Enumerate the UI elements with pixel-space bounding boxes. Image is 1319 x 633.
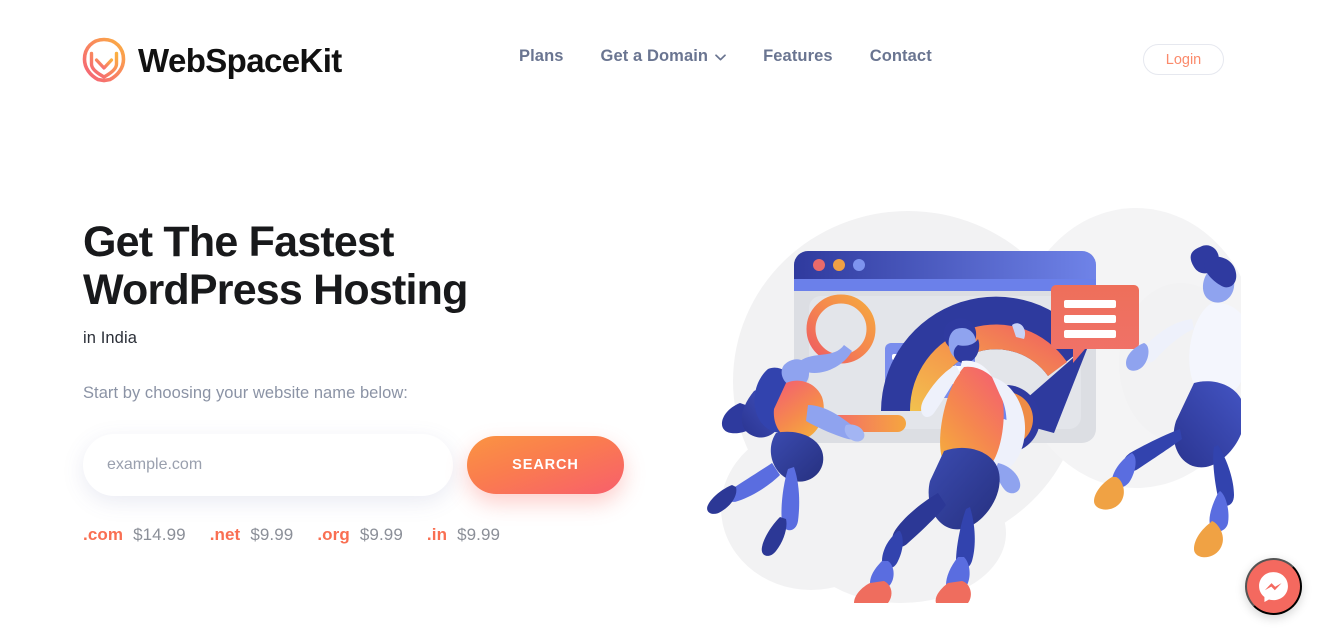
- tld-price-list: .com $14.99 .net $9.99 .org $9.99 .in $9…: [83, 525, 683, 545]
- hero-subheadline: in India: [83, 329, 138, 347]
- tld-name: .org: [317, 525, 350, 544]
- tld-item-com[interactable]: .com $14.99: [83, 525, 200, 545]
- brand-name: WebSpaceKit: [138, 41, 342, 79]
- main-navigation: Plans Get a Domain Features Contact: [519, 47, 932, 66]
- nav-item-label: Features: [763, 47, 833, 65]
- facebook-messenger-icon: [1257, 570, 1290, 603]
- chevron-down-icon: [715, 52, 726, 61]
- nav-item-label: Plans: [519, 47, 564, 65]
- tld-item-org[interactable]: .org $9.99: [317, 525, 417, 545]
- nav-item-label: Get a Domain: [600, 47, 709, 65]
- tld-name: .in: [426, 525, 448, 544]
- nav-item-features[interactable]: Features: [763, 47, 833, 66]
- tld-price: $14.99: [133, 525, 186, 544]
- brand-logo-link[interactable]: WebSpaceKit: [82, 37, 342, 83]
- tld-price: $9.99: [359, 525, 403, 544]
- tld-item-in[interactable]: .in $9.99: [427, 525, 500, 545]
- webspacekit-circular-logo-icon: [82, 37, 126, 83]
- login-button[interactable]: Login: [1143, 44, 1224, 75]
- nav-item-contact[interactable]: Contact: [870, 47, 932, 66]
- facebook-messenger-chat-button[interactable]: [1245, 558, 1302, 615]
- tld-price: $9.99: [250, 525, 294, 544]
- tld-item-net[interactable]: .net $9.99: [210, 525, 308, 545]
- nav-item-get-a-domain[interactable]: Get a Domain: [601, 47, 727, 66]
- nav-item-label: Contact: [869, 47, 932, 65]
- domain-search-input[interactable]: [83, 434, 453, 496]
- hero-lede-text: Start by choosing your website name belo…: [83, 384, 408, 402]
- tld-name: .com: [83, 525, 124, 544]
- nav-item-plans[interactable]: Plans: [519, 47, 564, 66]
- tld-name: .net: [209, 525, 241, 544]
- domain-search-button[interactable]: SEARCH: [467, 436, 624, 494]
- hosting-speed-illustration: [676, 133, 1241, 603]
- domain-search-form: SEARCH: [83, 434, 683, 496]
- site-header: WebSpaceKit Plans Get a Domain Features …: [0, 0, 1319, 120]
- tld-price: $9.99: [457, 525, 501, 544]
- hero-content: Get The Fastest WordPress Hosting in Ind…: [83, 218, 683, 545]
- page-title: Get The Fastest WordPress Hosting: [83, 218, 468, 314]
